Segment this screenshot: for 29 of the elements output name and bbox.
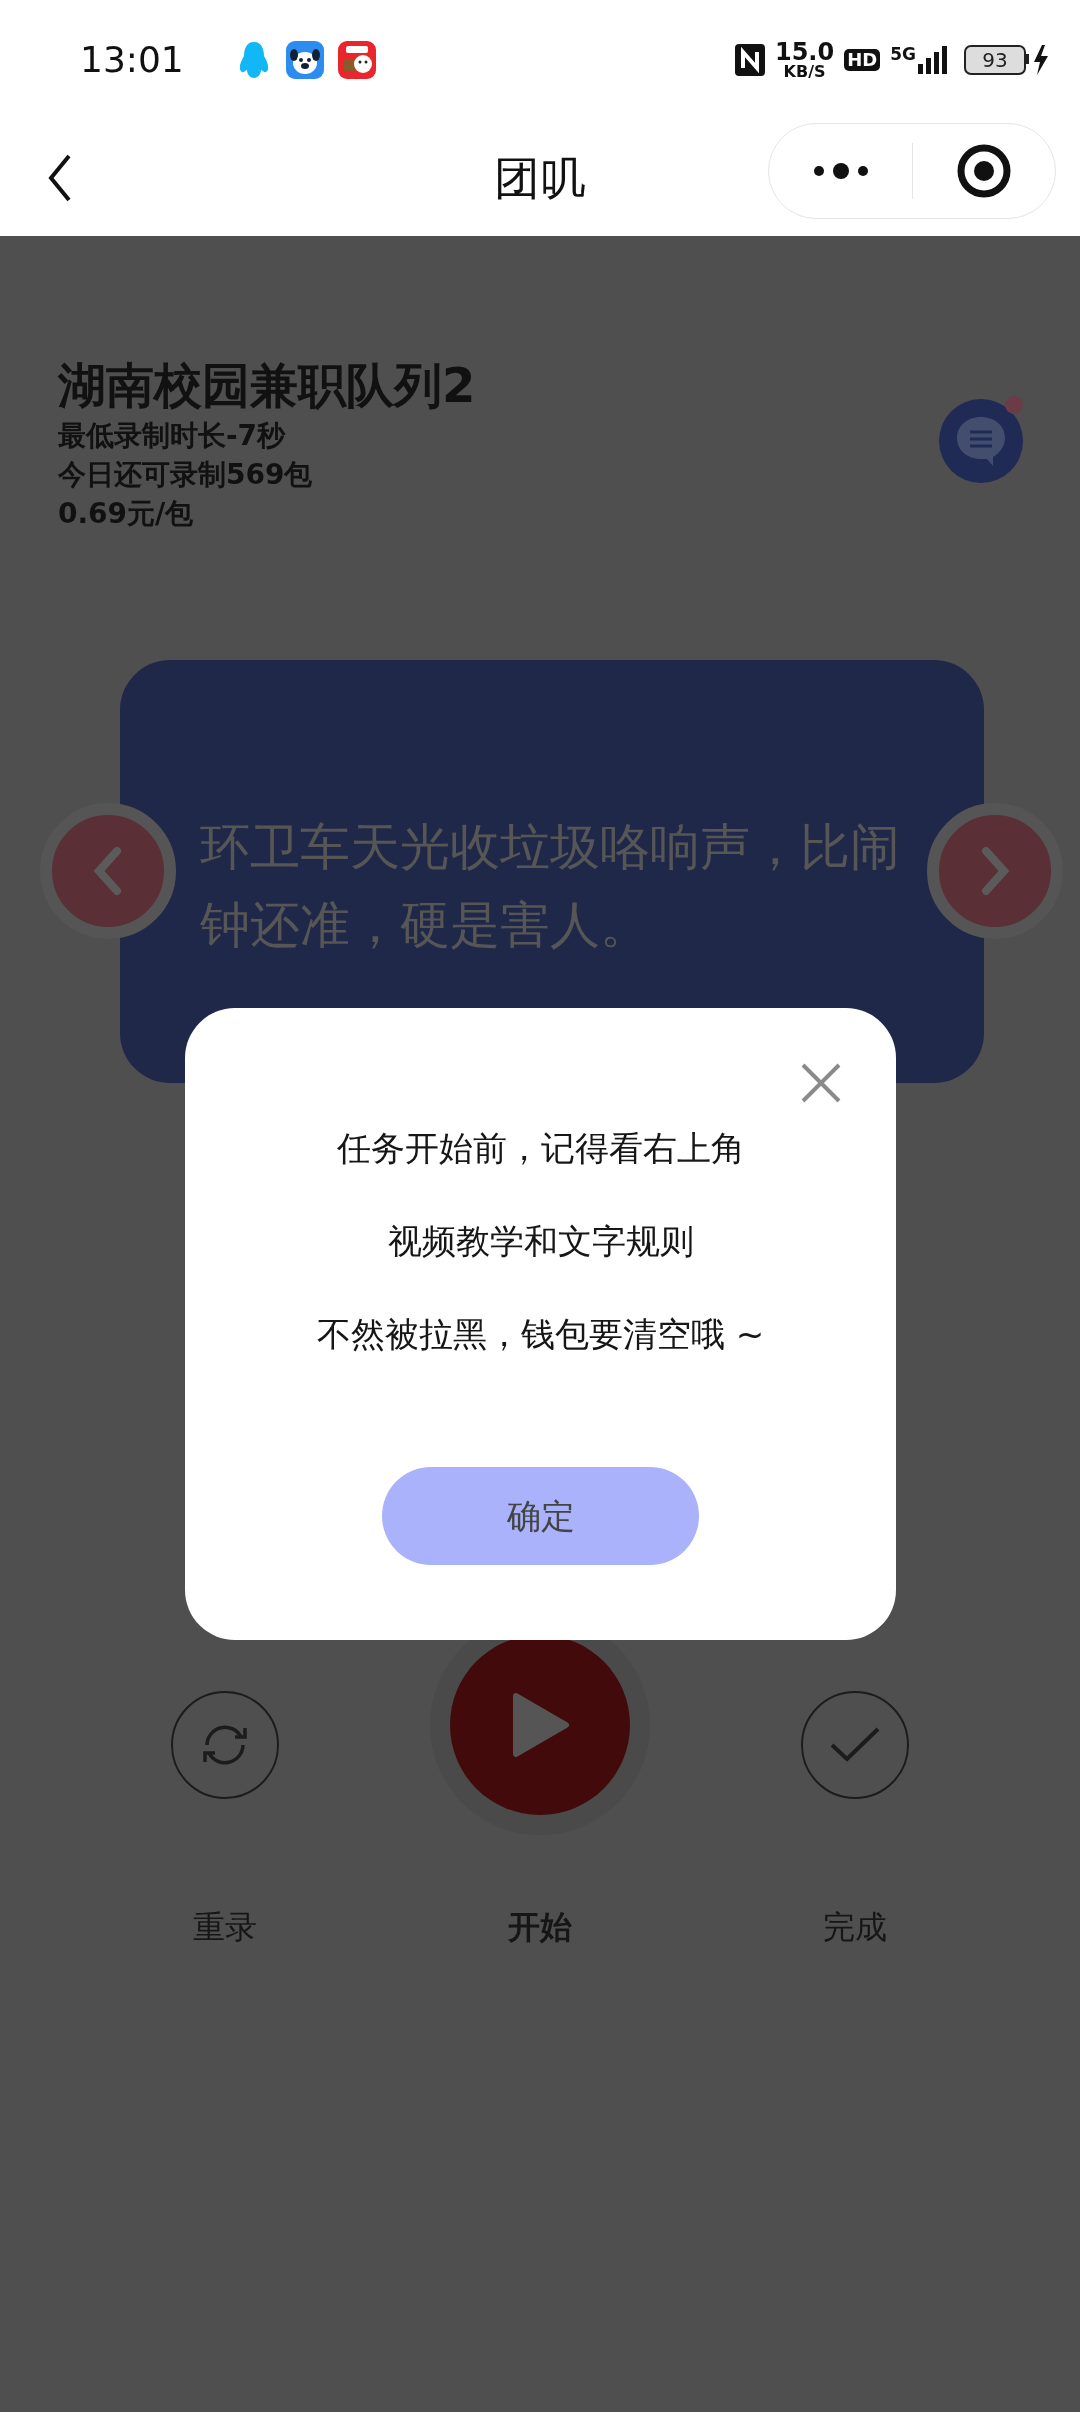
dialog-message: 视频教学和文字规则 xyxy=(387,1220,694,1263)
speed-unit: KB/S xyxy=(783,64,826,80)
chevron-left-icon xyxy=(93,846,123,896)
dialog-message: 任务开始前，记得看右上角 xyxy=(336,1127,745,1170)
confirm-button[interactable]: 确定 xyxy=(382,1467,699,1565)
signal-icon xyxy=(918,46,948,74)
task-title: 湖南校园兼职队列2 xyxy=(58,356,477,415)
status-time: 13:01 xyxy=(80,38,184,82)
network-speed: 15.0 xyxy=(774,40,835,64)
task-detail: 今日还可录制569包 xyxy=(58,457,314,493)
target-icon xyxy=(956,143,1012,199)
task-detail: 0.69元/包 xyxy=(58,496,195,532)
hd-badge: HD xyxy=(844,49,881,71)
control-label: 完成 xyxy=(823,1907,887,1948)
network-type: 5G xyxy=(890,46,916,63)
rerecord-button[interactable] xyxy=(171,1691,279,1799)
control-label: 开始 xyxy=(508,1907,572,1948)
dog-app-icon xyxy=(285,41,324,79)
page-title: 团叽 xyxy=(494,149,586,207)
close-icon[interactable] xyxy=(800,1062,842,1104)
play-icon xyxy=(510,1692,570,1758)
control-label: 重录 xyxy=(193,1907,257,1948)
nfc-icon xyxy=(734,44,765,76)
task-detail: 最低录制时长-7秒 xyxy=(58,418,287,454)
done-button[interactable] xyxy=(801,1691,909,1799)
delivery-app-icon xyxy=(337,41,376,79)
chevron-right-icon xyxy=(980,846,1010,896)
battery-level: 93 xyxy=(964,45,1026,75)
dialog-message: 不然被拉黑，钱包要清空哦 ~ xyxy=(316,1313,765,1356)
